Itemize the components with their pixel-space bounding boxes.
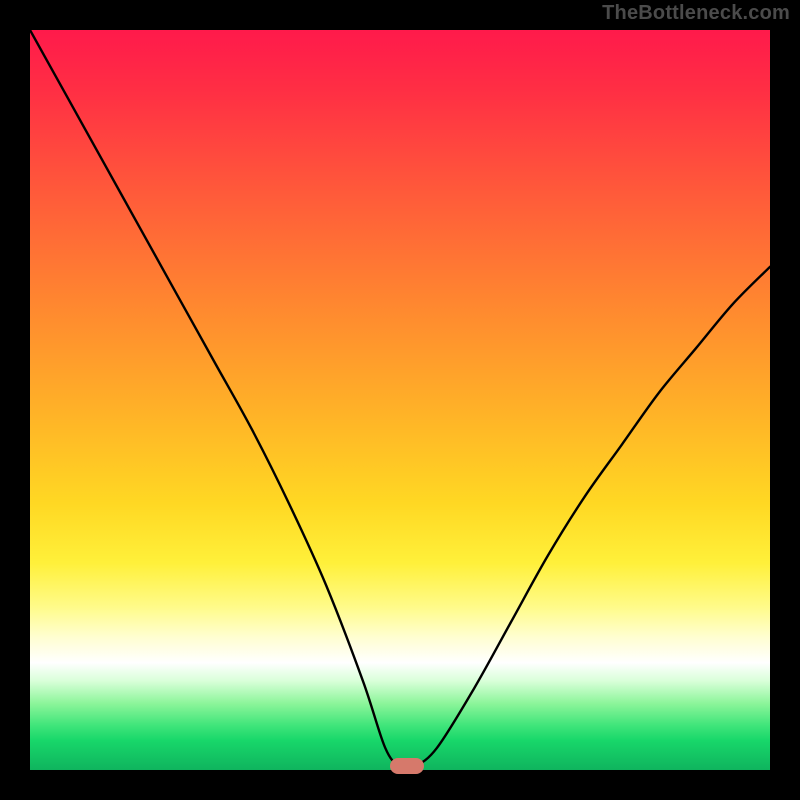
bottleneck-curve-path [30,30,770,769]
bottleneck-curve-svg [30,30,770,770]
chart-frame: TheBottleneck.com [0,0,800,800]
optimum-marker [390,758,424,774]
plot-area [30,30,770,770]
watermark-text: TheBottleneck.com [602,2,790,25]
